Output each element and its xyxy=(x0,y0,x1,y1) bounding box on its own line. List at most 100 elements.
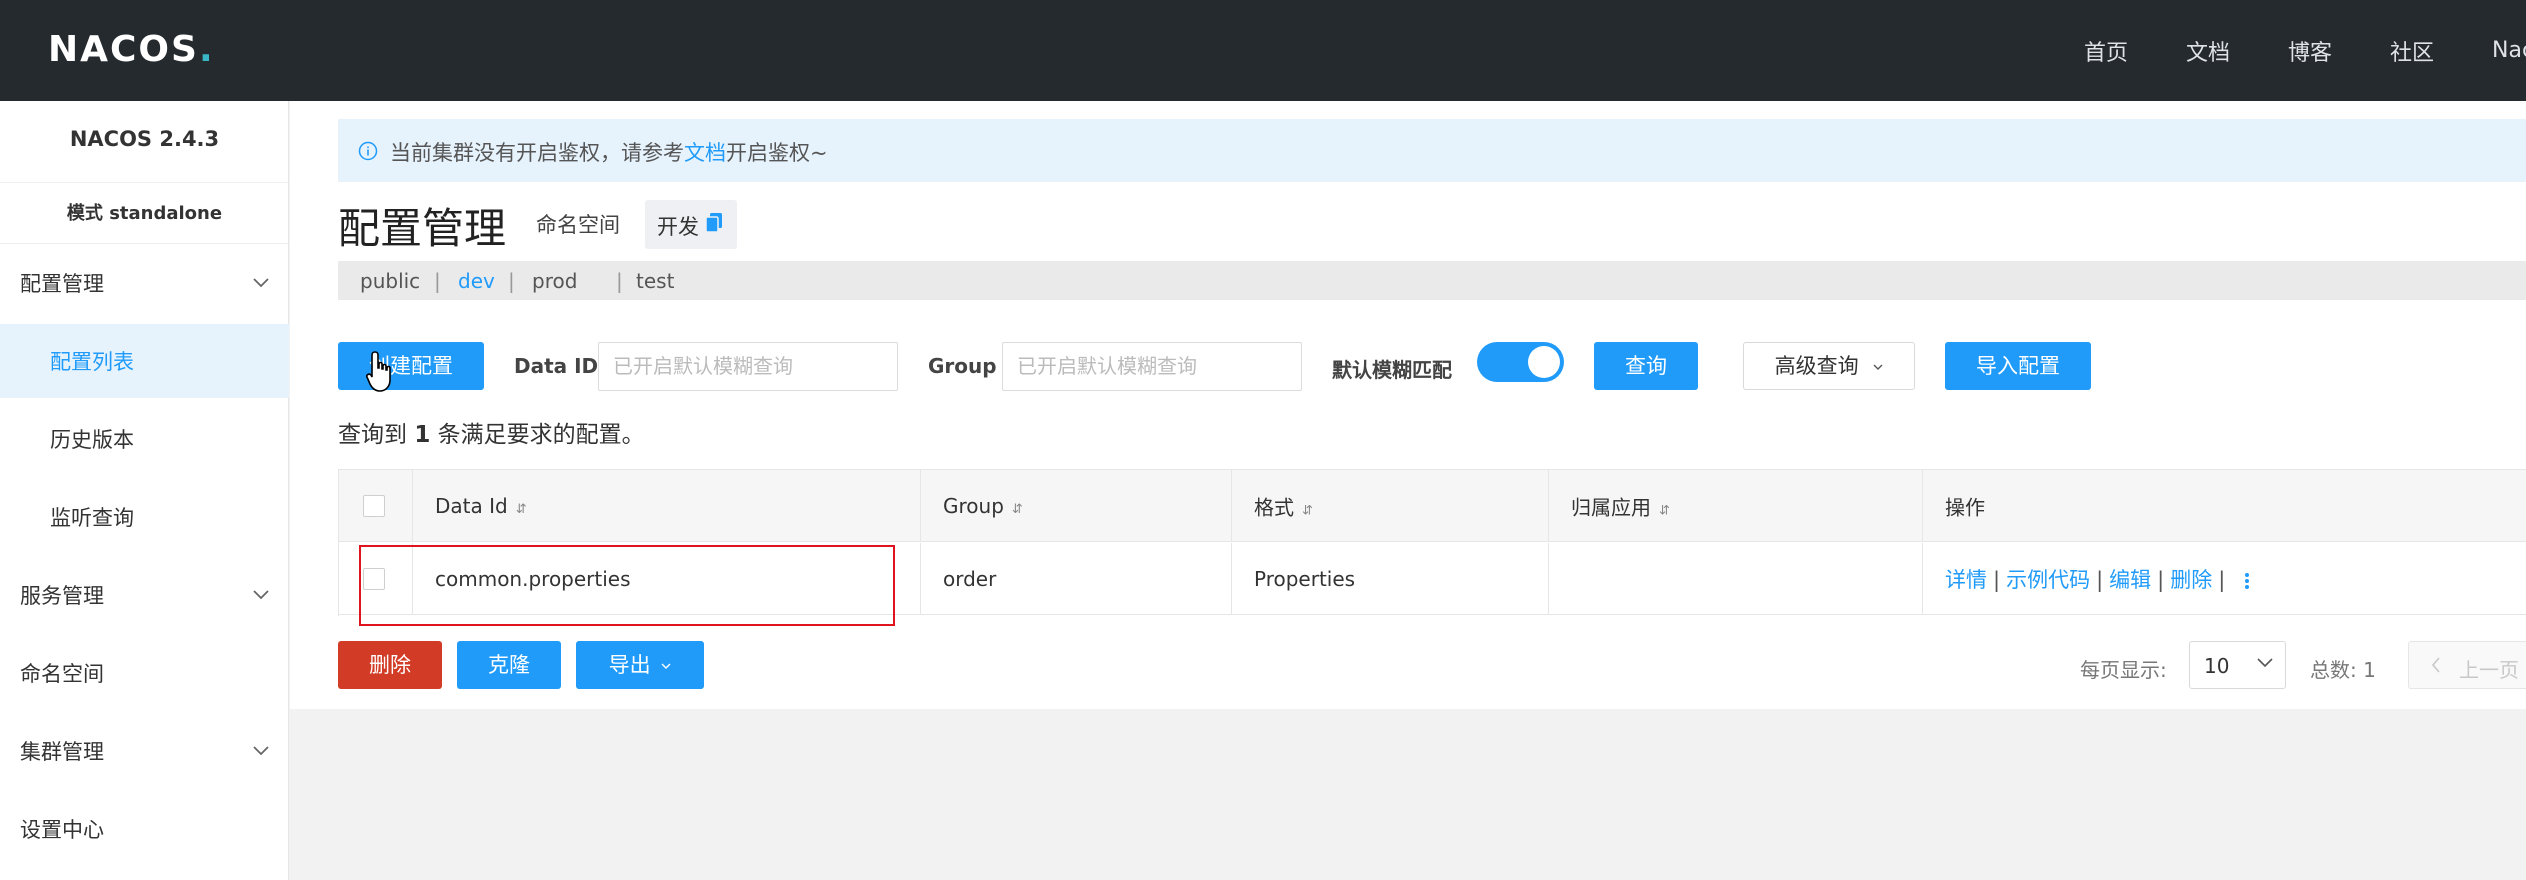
total-count: 总数: 1 xyxy=(2310,658,2376,682)
sidebar-item-history[interactable]: 历史版本 xyxy=(0,402,289,476)
group-label: Group xyxy=(928,354,997,378)
namespace-tab-dev[interactable]: dev xyxy=(458,269,495,293)
column-label: Group xyxy=(943,493,1004,518)
sidebar-item-label: 配置管理 xyxy=(20,272,104,296)
advanced-query-button[interactable]: 高级查询 xyxy=(1743,342,1915,390)
prev-page-button[interactable]: 上一页 xyxy=(2408,641,2526,689)
auth-notice: 当前集群没有开启鉴权，请参考文档开启鉴权~ xyxy=(338,119,2526,182)
notice-text-before: 当前集群没有开启鉴权，请参考 xyxy=(390,141,684,165)
delete-button[interactable]: 删除 xyxy=(338,641,442,689)
nav-nacos-truncated[interactable]: Nac xyxy=(2492,38,2526,63)
nav-home[interactable]: 首页 xyxy=(2084,35,2128,67)
sort-icon[interactable]: ⇵ xyxy=(516,502,527,517)
table-header: Data Id ⇵ Group ⇵ 格式 ⇵ 归属应用 ⇵ 操作 xyxy=(339,470,2526,542)
chevron-down-icon xyxy=(253,278,269,288)
separator: | xyxy=(616,269,623,293)
namespace-tabs: public | dev | prod | test xyxy=(338,261,2526,300)
page-size-select[interactable]: 10 xyxy=(2189,641,2286,689)
sidebar-item-label: 集群管理 xyxy=(20,740,104,764)
column-header-format[interactable]: 格式 ⇵ xyxy=(1232,470,1549,541)
advanced-query-label: 高级查询 xyxy=(1774,354,1859,378)
namespace-tab-prod[interactable]: prod xyxy=(532,269,577,293)
chevron-left-icon xyxy=(2431,657,2440,673)
separator: | xyxy=(2218,567,2226,592)
page-size-label: 每页显示: xyxy=(2080,658,2167,682)
header-select-cell xyxy=(339,470,413,541)
sidebar-mode: 模式 standalone xyxy=(66,203,223,224)
hand-cursor-icon xyxy=(366,351,391,392)
column-label: 操作 xyxy=(1945,495,1985,519)
result-summary: 查询到 1 条满足要求的配置。 xyxy=(338,415,645,449)
sidebar-item-label: 命名空间 xyxy=(20,662,104,686)
export-label: 导出 xyxy=(608,653,651,677)
cell-format: Properties xyxy=(1232,543,1549,614)
result-count: 1 xyxy=(414,422,431,448)
result-suffix: 条满足要求的配置。 xyxy=(437,422,645,448)
chevron-down-icon xyxy=(253,590,269,600)
nav-blog[interactable]: 博客 xyxy=(2288,35,2332,67)
sidebar-item-label: 配置列表 xyxy=(50,350,134,374)
separator: | xyxy=(2157,567,2165,592)
export-button[interactable]: 导出 xyxy=(576,641,704,689)
create-config-button[interactable]: 创建配置 xyxy=(338,342,484,390)
namespace-tab-test[interactable]: test xyxy=(636,269,674,293)
group-input[interactable]: 已开启默认模糊查询 xyxy=(1002,342,1302,391)
column-header-data-id[interactable]: Data Id ⇵ xyxy=(413,470,921,541)
row-actions: 详情 | 示例代码 | 编辑 | 删除 | xyxy=(1945,564,2250,594)
sidebar-item-service-management[interactable]: 服务管理 xyxy=(0,558,289,632)
cell-actions: 详情 | 示例代码 | 编辑 | 删除 | xyxy=(1923,543,2526,614)
sidebar-version: NACOS 2.4.3 xyxy=(69,127,220,151)
format-value: Properties xyxy=(1254,566,1356,591)
separator: | xyxy=(1993,567,2001,592)
data-id-input[interactable]: 已开启默认模糊查询 xyxy=(598,342,898,391)
sidebar-item-listener-query[interactable]: 监听查询 xyxy=(0,480,289,554)
sort-icon[interactable]: ⇵ xyxy=(1012,502,1023,517)
query-button[interactable]: 查询 xyxy=(1594,342,1698,390)
column-header-group[interactable]: Group ⇵ xyxy=(921,470,1232,541)
toggle-knob xyxy=(1528,346,1560,378)
info-icon xyxy=(358,141,378,161)
prev-page-label: 上一页 xyxy=(2459,658,2519,682)
clone-button[interactable]: 克隆 xyxy=(457,641,561,689)
sort-icon[interactable]: ⇵ xyxy=(1302,503,1313,518)
sidebar-item-config-list[interactable]: 配置列表 xyxy=(0,324,289,398)
nacos-logo[interactable]: NACOS. xyxy=(48,28,215,72)
edit-link[interactable]: 编辑 xyxy=(2109,568,2151,592)
sort-icon[interactable]: ⇵ xyxy=(1659,503,1670,518)
logo-dot: . xyxy=(198,29,215,70)
chevron-down-icon xyxy=(253,746,269,756)
nav-community[interactable]: 社区 xyxy=(2390,35,2434,67)
page-size-value: 10 xyxy=(2204,654,2230,678)
sidebar-item-config-management[interactable]: 配置管理 xyxy=(0,246,289,320)
chevron-down-icon xyxy=(2257,658,2273,668)
fuzzy-match-toggle[interactable] xyxy=(1477,342,1564,382)
nav-docs[interactable]: 文档 xyxy=(2186,35,2230,67)
namespace-tab-public[interactable]: public xyxy=(360,269,420,293)
chevron-down-icon xyxy=(1873,364,1883,370)
sidebar-item-namespace[interactable]: 命名空间 xyxy=(0,636,289,710)
delete-link[interactable]: 删除 xyxy=(2170,568,2212,592)
notice-docs-link[interactable]: 文档 xyxy=(684,141,726,165)
separator: | xyxy=(2096,567,2104,592)
column-header-actions: 操作 xyxy=(1923,470,2526,541)
column-header-app[interactable]: 归属应用 ⇵ xyxy=(1549,470,1923,541)
highlight-annotation-box xyxy=(359,545,895,626)
column-label: Data Id xyxy=(435,493,508,518)
fuzzy-match-label: 默认模糊匹配 xyxy=(1332,358,1452,382)
divider xyxy=(0,243,289,244)
result-prefix: 查询到 xyxy=(338,422,407,448)
namespace-chip[interactable]: 开发 xyxy=(645,200,737,249)
column-label: 归属应用 xyxy=(1571,495,1651,519)
select-all-checkbox[interactable] xyxy=(363,494,385,517)
namespace-label: 命名空间 xyxy=(536,213,620,237)
import-config-button[interactable]: 导入配置 xyxy=(1945,342,2091,390)
group-value: order xyxy=(943,566,997,591)
sidebar-item-cluster-management[interactable]: 集群管理 xyxy=(0,714,289,788)
sidebar-item-label: 历史版本 xyxy=(50,428,134,452)
logo-text: NACOS xyxy=(48,29,199,70)
copy-icon[interactable] xyxy=(705,212,723,234)
more-actions-icon[interactable] xyxy=(2245,571,2250,591)
sidebar-item-settings[interactable]: 设置中心 xyxy=(0,792,289,866)
details-link[interactable]: 详情 xyxy=(1945,568,1987,592)
sample-code-link[interactable]: 示例代码 xyxy=(2006,568,2090,592)
